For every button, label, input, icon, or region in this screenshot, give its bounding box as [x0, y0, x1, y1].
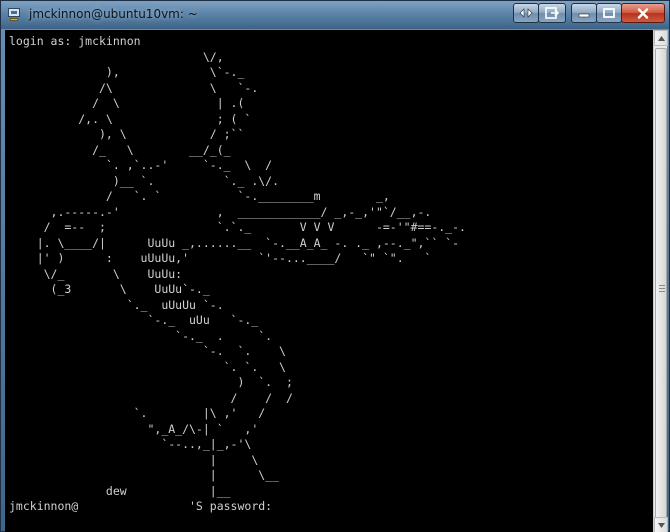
- minimize-icon[interactable]: [571, 3, 597, 23]
- terminal-line: / =-- ; `.`._ V V V -=-'"#==-._-.: [9, 220, 466, 234]
- terminal-line: `. `. \: [9, 359, 286, 374]
- terminal-line: / / /: [9, 390, 293, 405]
- terminal-text: login as: jmckinnon \/, ), \`-._ /\ \ `-…: [9, 34, 466, 515]
- putty-app-icon[interactable]: [7, 6, 23, 22]
- terminal-line: /,. \ ; ( `: [9, 111, 252, 126]
- scroll-down-arrow-icon[interactable]: [654, 517, 668, 532]
- terminal-line: / `. ` `-.________m _,: [9, 189, 390, 203]
- terminal-line: `-._ . `.: [9, 328, 273, 343]
- close-icon[interactable]: [621, 3, 665, 23]
- terminal-line: \/_ \ UuUu:: [9, 266, 183, 281]
- window-controls: [513, 3, 665, 23]
- terminal-line: )__ `. `._ .\/.: [9, 173, 280, 188]
- terminal-line: \/,: [9, 49, 224, 64]
- terminal-line: `--..,_|_,-'\: [9, 437, 252, 451]
- terminal-line: ,.-----.-' , ____________/ _,-_,'"`/__,-…: [9, 204, 432, 219]
- vertical-scrollbar[interactable]: [653, 30, 668, 532]
- terminal-line: | \: [9, 452, 259, 467]
- terminal-line: / \ | .(: [9, 96, 245, 110]
- transfer-arrows-icon[interactable]: [513, 3, 539, 23]
- scroll-up-arrow-icon[interactable]: [654, 30, 668, 46]
- terminal-output[interactable]: login as: jmckinnon \/, ), \`-._ /\ \ `-…: [5, 30, 653, 532]
- window-title: jmckinnon@ubuntu10vm: ~: [29, 7, 198, 21]
- scrollbar-thumb[interactable]: [655, 48, 667, 530]
- terminal-line: ), \`-._: [9, 65, 245, 79]
- terminal-line: `._ uUuUu `-.: [9, 297, 224, 312]
- terminal-line: |' ) : uUuUu,' `'--...____/ `" `". `: [9, 251, 432, 265]
- terminal-line: |. \____/| UuUu _,......__ `-.__A_A_ -. …: [9, 235, 460, 250]
- password-prompt-line: jmckinnon@ 'S password:: [9, 499, 280, 513]
- terminal-line: ",_A_/\-| ` ,': [9, 421, 259, 436]
- terminal-line: /_ \ __/_(_: [9, 142, 231, 157]
- terminal-line: | \__: [9, 468, 280, 482]
- title-bar[interactable]: jmckinnon@ubuntu10vm: ~: [1, 1, 669, 29]
- grip-icon: [659, 285, 665, 292]
- terminal-line: dew |__: [9, 483, 231, 498]
- terminal-line: ), \ / ;``: [9, 127, 245, 141]
- terminal-line: (_3 \ UuUu`-._: [9, 282, 210, 296]
- terminal-line: `. |\ ,' /: [9, 406, 266, 420]
- terminal-line: `. ,`..-' `-._ \ /: [9, 158, 273, 172]
- terminal-line: /\ \ `-.: [9, 80, 259, 95]
- terminal-line: `-. `. \: [9, 344, 286, 358]
- putty-window: jmckinnon@ubuntu10vm: ~ login as: jmckin…: [0, 0, 670, 532]
- pin-window-icon[interactable]: [538, 3, 566, 23]
- maximize-icon[interactable]: [596, 3, 622, 23]
- login-prompt-line: login as: jmckinnon: [9, 34, 141, 48]
- terminal-line: ) `. ;: [9, 375, 293, 389]
- terminal-line: `-._ uUu `-._: [9, 313, 259, 327]
